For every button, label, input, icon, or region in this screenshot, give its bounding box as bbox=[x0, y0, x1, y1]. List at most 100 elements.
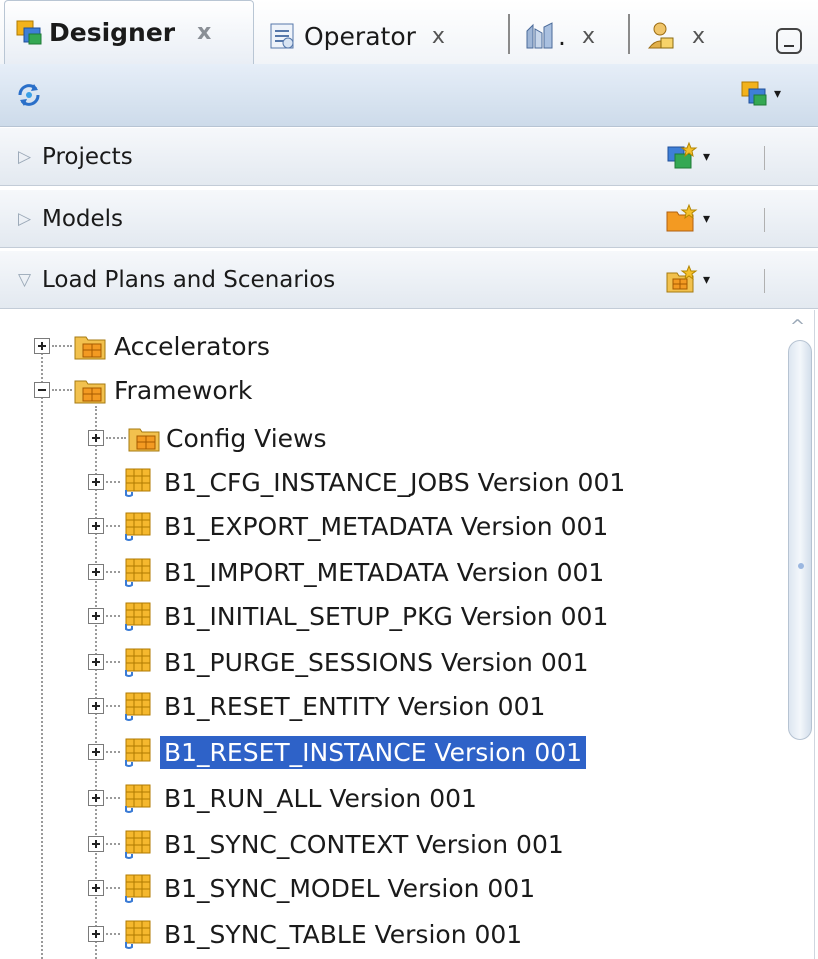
chevron-down-icon: ▾ bbox=[703, 211, 711, 227]
tab-operator-label: Operator bbox=[304, 21, 416, 51]
divider bbox=[764, 146, 765, 170]
tree-node-label: Framework bbox=[114, 375, 253, 405]
expanded-arrow-icon: ▽ bbox=[18, 269, 32, 290]
tree-node-label: B1_SYNC_CONTEXT Version 001 bbox=[164, 829, 564, 859]
tree-connector bbox=[106, 705, 120, 707]
tree-node-label: B1_EXPORT_METADATA Version 001 bbox=[164, 511, 609, 541]
tree-node-scenario[interactable]: B1_CFG_INSTANCE_JOBS Version 001 bbox=[88, 460, 629, 504]
tab-strip: Designer x Operator x . x x bbox=[0, 0, 818, 65]
tab-designer-label: Designer bbox=[49, 18, 176, 47]
tree-node-scenario[interactable]: B1_PURGE_SESSIONS Version 001 bbox=[88, 640, 593, 684]
expand-icon[interactable] bbox=[88, 790, 104, 806]
tree-connector bbox=[106, 481, 120, 483]
navigator-toolbar: ▾ bbox=[0, 64, 818, 127]
operator-icon bbox=[270, 23, 294, 49]
new-scenario-folder-icon bbox=[666, 264, 698, 293]
expand-icon[interactable] bbox=[88, 564, 104, 580]
collapsed-arrow-icon: ▷ bbox=[18, 146, 32, 167]
expand-icon[interactable] bbox=[88, 698, 104, 714]
tab-separator bbox=[508, 14, 510, 54]
tree-node-scenario[interactable]: B1_IMPORT_METADATA Version 001 bbox=[88, 550, 608, 594]
tree-node-framework[interactable]: Framework bbox=[34, 368, 256, 412]
tab-designer-close-icon[interactable]: x bbox=[197, 20, 211, 45]
tab-operator-close-icon[interactable]: x bbox=[432, 24, 445, 49]
accordion-projects[interactable]: ▷ Projects ▾ bbox=[0, 128, 818, 186]
tab-separator bbox=[628, 14, 630, 54]
tree-node-scenario[interactable]: B1_RESET_ENTITY Version 001 bbox=[88, 684, 549, 728]
tree-node-scenario[interactable]: B1_INITIAL_SETUP_PKG Version 001 bbox=[88, 594, 612, 638]
tab-topology-label: . bbox=[558, 21, 566, 51]
tab-security[interactable]: x bbox=[644, 8, 705, 64]
tree-node-scenario[interactable]: B1_SYNC_TABLE Version 001 bbox=[88, 912, 526, 956]
tree-node-scenario[interactable]: B1_SYNC_CONTEXT Version 001 bbox=[88, 822, 568, 866]
expand-icon[interactable] bbox=[34, 338, 50, 354]
refresh-icon[interactable] bbox=[14, 80, 44, 110]
designer-menu-icon bbox=[741, 81, 767, 106]
tree-node-scenario[interactable]: B1_EXPORT_METADATA Version 001 bbox=[88, 504, 612, 548]
tree-node-scenario-selected[interactable]: B1_RESET_INSTANCE Version 001 bbox=[88, 730, 587, 774]
tree-node-config-views[interactable]: Config Views bbox=[88, 416, 331, 460]
collapsed-arrow-icon: ▷ bbox=[18, 208, 32, 229]
tree-node-label: B1_RESET_ENTITY Version 001 bbox=[164, 691, 546, 721]
expand-icon[interactable] bbox=[88, 880, 104, 896]
tab-designer[interactable]: Designer x bbox=[4, 0, 254, 64]
scenario-icon bbox=[125, 830, 151, 859]
tree-connector bbox=[106, 843, 120, 845]
vertical-scrollbar[interactable]: ^ bbox=[784, 310, 818, 959]
chevron-down-icon: ▾ bbox=[774, 86, 782, 102]
load-plans-new-menu[interactable]: ▾ bbox=[665, 264, 710, 296]
designer-icon bbox=[16, 20, 42, 44]
tree-node-label: B1_IMPORT_METADATA Version 001 bbox=[164, 557, 605, 587]
expand-icon[interactable] bbox=[88, 474, 104, 490]
scenario-icon bbox=[125, 512, 151, 541]
tree-connector bbox=[106, 797, 120, 799]
tree-connector bbox=[106, 615, 120, 617]
tab-topology-close-icon[interactable]: x bbox=[582, 24, 595, 49]
scenario-tree: Accelerators Framework Config Views B1_C… bbox=[0, 310, 818, 959]
tree-node-scenario[interactable]: B1_RUN_ALL Version 001 bbox=[88, 776, 481, 820]
new-project-icon bbox=[667, 141, 698, 169]
expand-icon[interactable] bbox=[88, 430, 104, 446]
folder-icon bbox=[74, 336, 106, 360]
models-new-menu[interactable]: ▾ bbox=[665, 203, 710, 235]
scenario-icon bbox=[125, 784, 151, 813]
scenario-icon bbox=[125, 692, 151, 721]
expand-icon[interactable] bbox=[88, 654, 104, 670]
scroll-up-arrow-icon[interactable]: ^ bbox=[790, 316, 805, 337]
expand-icon[interactable] bbox=[88, 836, 104, 852]
scenario-icon bbox=[125, 920, 151, 949]
expand-icon[interactable] bbox=[88, 744, 104, 760]
expand-icon[interactable] bbox=[88, 518, 104, 534]
folder-icon bbox=[128, 428, 160, 452]
tree-connector bbox=[106, 933, 120, 935]
tree-connector bbox=[52, 389, 72, 391]
accordion-load-plans-and-scenarios[interactable]: ▽ Load Plans and Scenarios ▾ bbox=[0, 251, 818, 309]
tree-node-label: B1_SYNC_TABLE Version 001 bbox=[164, 919, 523, 949]
tree-node-label: B1_CFG_INSTANCE_JOBS Version 001 bbox=[164, 467, 626, 497]
minimize-button[interactable] bbox=[776, 28, 802, 54]
expand-icon[interactable] bbox=[88, 926, 104, 942]
tab-security-close-icon[interactable]: x bbox=[692, 24, 705, 49]
tree-node-label: Accelerators bbox=[114, 331, 270, 361]
folder-icon bbox=[74, 380, 106, 404]
tree-connector bbox=[52, 345, 72, 347]
tab-operator[interactable]: Operator x bbox=[268, 8, 445, 64]
scrollbar-grip bbox=[798, 563, 804, 569]
tree-guide-line bbox=[41, 346, 43, 959]
projects-new-menu[interactable]: ▾ bbox=[665, 141, 710, 173]
tree-node-label: B1_RUN_ALL Version 001 bbox=[164, 783, 477, 813]
tree-node-scenario[interactable]: B1_SYNC_MODEL Version 001 bbox=[88, 866, 539, 910]
accordion-models[interactable]: ▷ Models ▾ bbox=[0, 190, 818, 248]
expand-icon[interactable] bbox=[88, 608, 104, 624]
odi-designer-navigator: Designer x Operator x . x x ▾ ▷ Projects… bbox=[0, 0, 818, 959]
scrollbar-thumb[interactable] bbox=[788, 340, 812, 740]
tab-topology[interactable]: . x bbox=[524, 8, 595, 64]
tree-node-label: B1_RESET_INSTANCE Version 001 bbox=[160, 735, 587, 769]
tree-connector bbox=[106, 571, 120, 573]
tree-connector bbox=[106, 661, 120, 663]
scenario-icon bbox=[125, 738, 151, 767]
collapse-icon[interactable] bbox=[34, 382, 50, 398]
tree-node-accelerators[interactable]: Accelerators bbox=[34, 324, 274, 368]
tree-node-label: B1_PURGE_SESSIONS Version 001 bbox=[164, 647, 589, 677]
designer-menu-button[interactable]: ▾ bbox=[740, 80, 781, 108]
